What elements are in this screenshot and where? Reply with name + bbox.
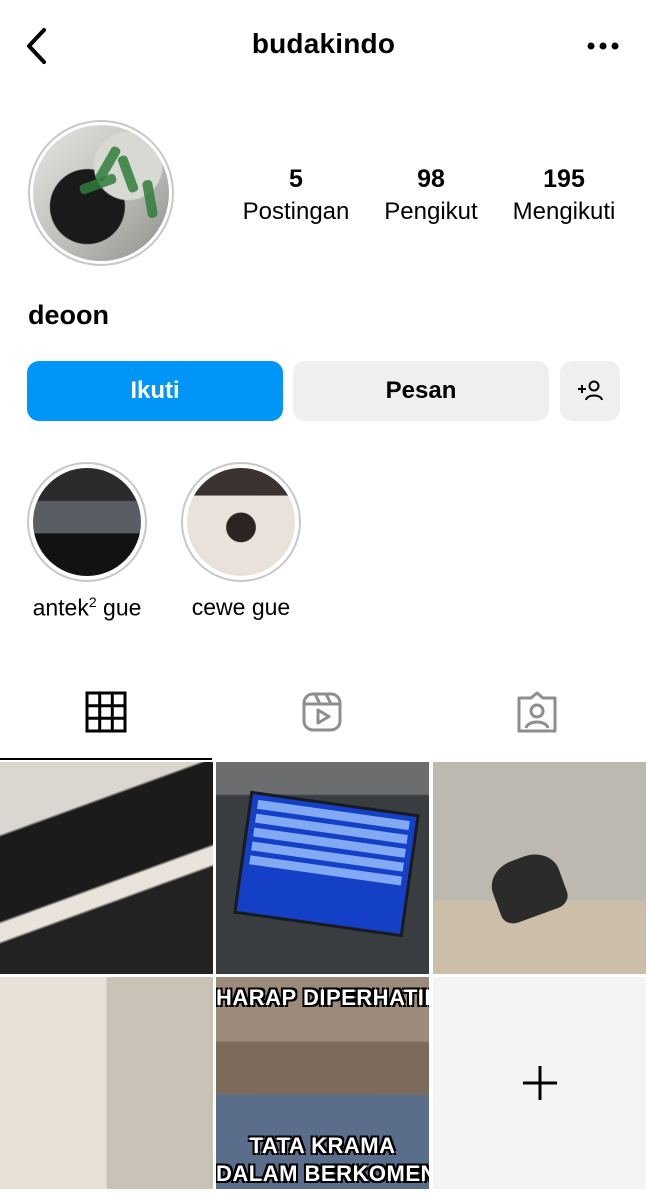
reels-icon — [302, 692, 342, 732]
post-3-figure — [484, 846, 572, 928]
stat-followers-count: 98 — [417, 165, 445, 193]
active-tab-indicator — [0, 758, 212, 760]
stat-posts-label: Postingan — [242, 198, 350, 225]
tagged-icon — [517, 691, 557, 733]
plus-icon — [522, 1066, 557, 1100]
profile-name: deoon — [28, 300, 109, 330]
highlight-1-label-sup: 2 — [88, 594, 97, 610]
highlight-2-label[interactable]: cewe gue — [161, 594, 321, 621]
avatar[interactable] — [33, 125, 169, 261]
post-3[interactable] — [433, 762, 646, 974]
highlight-2[interactable] — [181, 462, 301, 582]
highlight-2-cover — [187, 468, 295, 576]
highlight-1[interactable] — [27, 462, 147, 582]
grid-icon — [85, 691, 127, 733]
tab-reels[interactable] — [300, 690, 344, 734]
meme-bottom-text-2: DALAM BERKOMENTAR — [216, 1161, 429, 1186]
stat-following[interactable]: 195 Mengikuti — [499, 165, 629, 227]
stat-followers-label: Pengikut — [384, 198, 478, 225]
tab-tagged[interactable] — [515, 690, 559, 734]
post-2-scoreboard — [233, 790, 420, 938]
highlight-1-label-rest: gue — [96, 594, 142, 621]
stat-following-count: 195 — [543, 165, 585, 193]
stat-posts-count: 5 — [289, 165, 303, 193]
post-5[interactable]: HARAP DIPERHATIKAN TATA KRAMA DALAM BERK… — [216, 977, 429, 1189]
add-user-icon — [578, 380, 603, 401]
more-options-button[interactable] — [585, 36, 625, 56]
meme-top-text: HARAP DIPERHATIKAN — [216, 985, 429, 1010]
message-button[interactable]: Pesan — [293, 361, 549, 421]
post-1[interactable] — [0, 762, 213, 974]
highlight-1-label-text: antek — [32, 594, 89, 621]
page-title: budakindo — [251, 28, 396, 59]
tab-posts[interactable] — [84, 690, 128, 734]
stat-followers[interactable]: 98 Pengikut — [366, 165, 496, 227]
highlight-1-label[interactable]: antek2 gue — [7, 594, 167, 622]
more-horizontal-icon — [587, 42, 619, 50]
meme-bottom-text-1: TATA KRAMA — [249, 1133, 396, 1158]
post-2[interactable] — [216, 762, 429, 974]
follow-button[interactable]: Ikuti — [27, 361, 283, 421]
post-4[interactable] — [0, 977, 213, 1189]
stat-following-label: Mengikuti — [512, 198, 616, 225]
stat-posts[interactable]: 5 Postingan — [231, 165, 361, 227]
highlight-1-cover — [33, 468, 141, 576]
add-user-button[interactable] — [560, 361, 620, 421]
new-post-button[interactable] — [433, 977, 646, 1189]
